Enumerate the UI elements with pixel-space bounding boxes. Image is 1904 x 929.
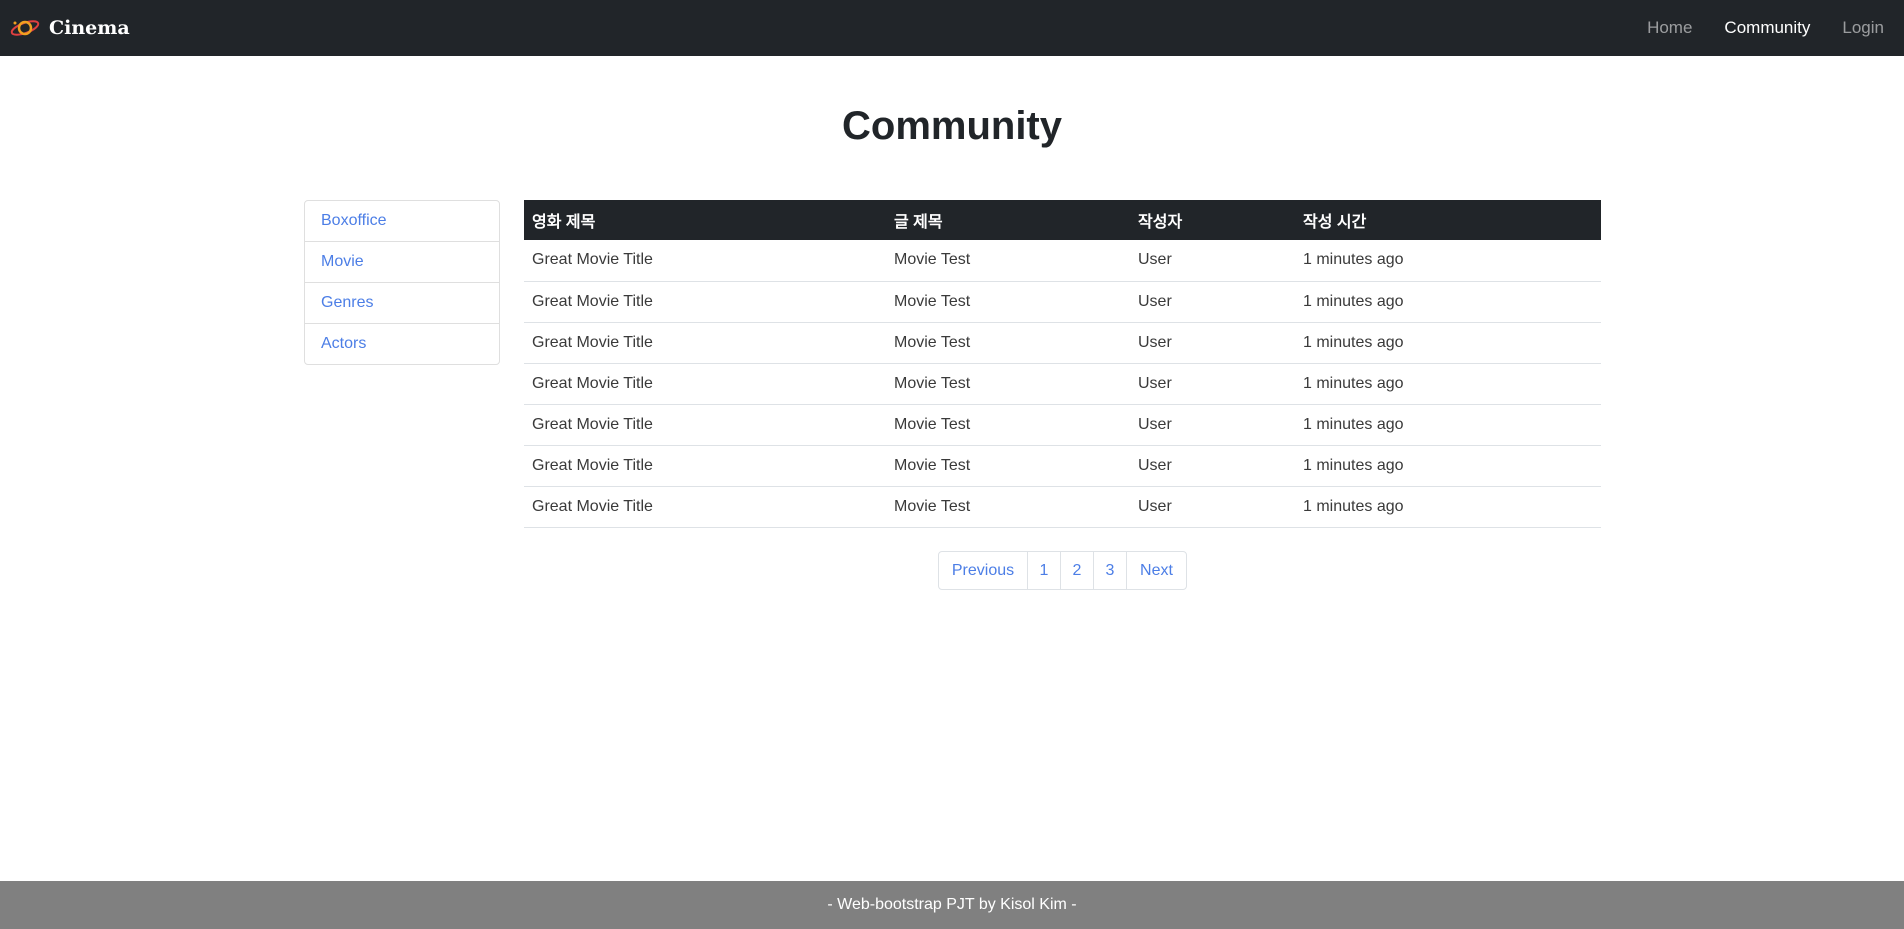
cell-created-time: 1 minutes ago [1295, 363, 1601, 405]
footer-text: - Web-bootstrap PJT by Kisol Kim - [827, 896, 1077, 913]
footer: - Web-bootstrap PJT by Kisol Kim - [0, 881, 1904, 929]
sidebar-item-actors[interactable]: Actors [305, 323, 499, 364]
table-row[interactable]: Great Movie Title Movie Test User 1 minu… [524, 240, 1601, 282]
cell-post-title[interactable]: Movie Test [886, 363, 1130, 405]
cell-post-title[interactable]: Movie Test [886, 322, 1130, 364]
cell-author: User [1130, 445, 1295, 487]
cell-post-title[interactable]: Movie Test [886, 281, 1130, 323]
navbar: Cinema Home Community Login [0, 0, 1904, 56]
sidebar-item-boxoffice[interactable]: Boxoffice [305, 201, 499, 241]
table-row[interactable]: Great Movie Title Movie Test User 1 minu… [524, 445, 1601, 487]
cell-author: User [1130, 486, 1295, 528]
cell-created-time: 1 minutes ago [1295, 322, 1601, 364]
sidebar-item-movie[interactable]: Movie [305, 241, 499, 282]
cell-post-title[interactable]: Movie Test [886, 445, 1130, 487]
cell-movie-title: Great Movie Title [524, 281, 886, 323]
cell-movie-title: Great Movie Title [524, 486, 886, 528]
nav-link-home[interactable]: Home [1647, 18, 1692, 38]
cell-created-time: 1 minutes ago [1295, 404, 1601, 446]
header-created-time: 작성 시간 [1303, 214, 1367, 231]
cell-post-title[interactable]: Movie Test [886, 404, 1130, 446]
table-header: 영화 제목 글 제목 작성자 작성 시간 [524, 200, 1601, 240]
sidebar-list: Boxoffice Movie Genres Actors [304, 200, 500, 365]
cell-author: User [1130, 363, 1295, 405]
cell-movie-title: Great Movie Title [524, 404, 886, 446]
cell-movie-title: Great Movie Title [524, 322, 886, 364]
cell-created-time: 1 minutes ago [1295, 486, 1601, 528]
community-table: 영화 제목 글 제목 작성자 작성 시간 Great Movie Title M… [524, 200, 1601, 528]
cell-post-title[interactable]: Movie Test [886, 240, 1130, 282]
table-header-row: 영화 제목 글 제목 작성자 작성 시간 [524, 200, 1601, 240]
header-author: 작성자 [1138, 214, 1183, 231]
pagination-page-2[interactable]: 2 [1060, 552, 1093, 589]
cell-author: User [1130, 322, 1295, 364]
table-row[interactable]: Great Movie Title Movie Test User 1 minu… [524, 363, 1601, 405]
nav-links: Home Community Login [1615, 18, 1884, 38]
cell-author: User [1130, 404, 1295, 446]
brand[interactable]: Cinema [9, 17, 130, 39]
cell-post-title[interactable]: Movie Test [886, 486, 1130, 528]
header-movie-title: 영화 제목 [532, 214, 596, 231]
cell-created-time: 1 minutes ago [1295, 445, 1601, 487]
pagination-page-3[interactable]: 3 [1093, 552, 1126, 589]
table-body: Great Movie Title Movie Test User 1 minu… [524, 240, 1601, 528]
planet-logo-icon [10, 20, 40, 36]
cell-movie-title: Great Movie Title [524, 363, 886, 405]
page-title: Community [842, 104, 1062, 148]
table-row[interactable]: Great Movie Title Movie Test User 1 minu… [524, 281, 1601, 323]
table-row[interactable]: Great Movie Title Movie Test User 1 minu… [524, 404, 1601, 446]
nav-link-login[interactable]: Login [1842, 18, 1884, 38]
header-post-title: 글 제목 [894, 214, 943, 231]
brand-name: Cinema [49, 17, 130, 39]
cell-author: User [1130, 281, 1295, 323]
pagination-previous-button[interactable]: Previous [939, 552, 1027, 589]
table-row[interactable]: Great Movie Title Movie Test User 1 minu… [524, 322, 1601, 364]
sidebar-item-genres[interactable]: Genres [305, 282, 499, 323]
cell-movie-title: Great Movie Title [524, 445, 886, 487]
cell-created-time: 1 minutes ago [1295, 240, 1601, 282]
nav-link-community[interactable]: Community [1724, 18, 1810, 38]
cell-created-time: 1 minutes ago [1295, 281, 1601, 323]
pagination-page-1[interactable]: 1 [1027, 552, 1060, 589]
cell-movie-title: Great Movie Title [524, 240, 886, 282]
pagination-next-button[interactable]: Next [1126, 552, 1186, 589]
pagination: Previous 1 2 3 Next [938, 551, 1187, 590]
table-row[interactable]: Great Movie Title Movie Test User 1 minu… [524, 486, 1601, 528]
cell-author: User [1130, 240, 1295, 282]
